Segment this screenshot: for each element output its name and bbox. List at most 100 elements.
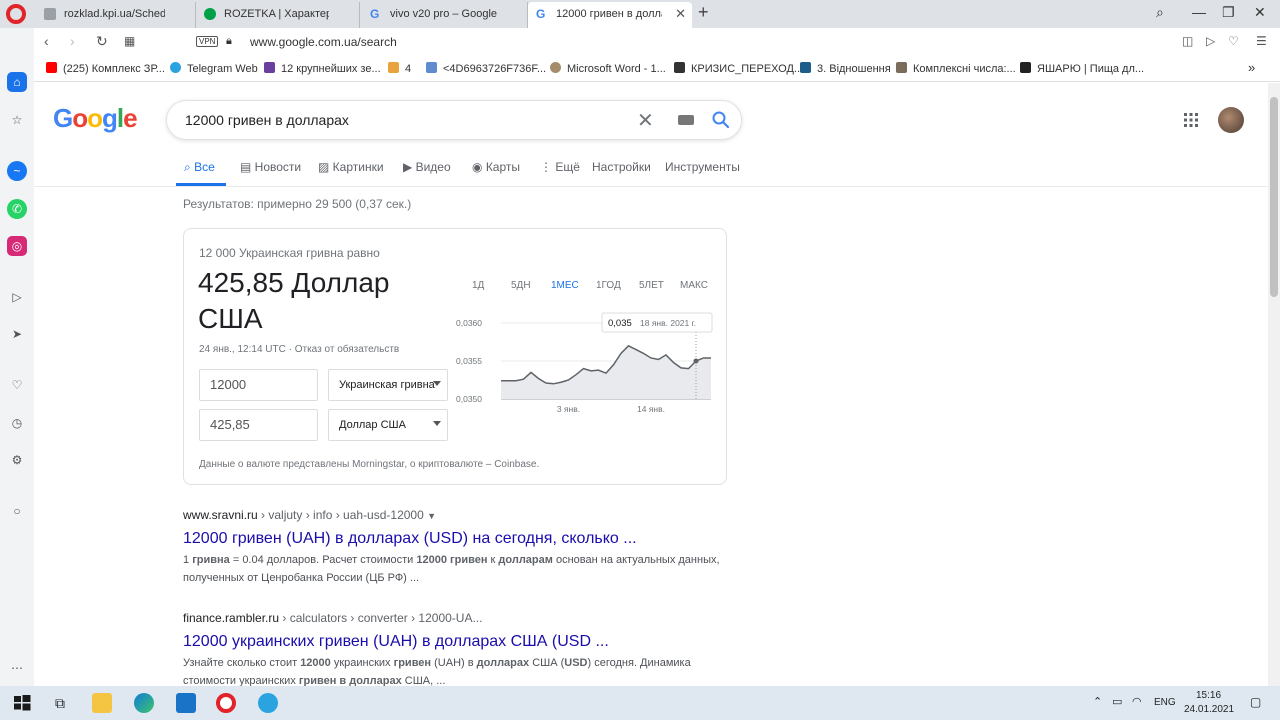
browser-tab-3[interactable]: G vivo v20 pro – Google Пои	[362, 2, 528, 28]
keyboard-icon[interactable]	[678, 115, 694, 125]
tab-video[interactable]: ▶ Видео	[403, 160, 451, 174]
browser-tab-2[interactable]: ROZETKA | Характеристи	[196, 2, 360, 28]
tab-all[interactable]: ⌕ Все	[184, 160, 215, 175]
language-indicator[interactable]: ENG	[1154, 697, 1176, 708]
bookmark-item[interactable]: КРИЗИС_ПЕРЕХОД...	[674, 62, 803, 75]
clear-icon[interactable]: ✕	[637, 108, 654, 133]
range-tab-1d[interactable]: 1Д	[472, 280, 484, 291]
new-tab-button[interactable]: +	[698, 2, 709, 23]
lightbulb-icon[interactable]: ○	[7, 501, 27, 521]
range-tab-5y[interactable]: 5ЛЕТ	[639, 280, 664, 291]
battery-icon[interactable]: ▭	[1112, 695, 1122, 708]
send-icon[interactable]: ➤	[7, 324, 27, 344]
opera-menu-icon[interactable]	[6, 4, 26, 24]
avatar[interactable]	[1218, 107, 1244, 133]
bookmark-item[interactable]: 12 крупнейших зе...	[264, 62, 381, 75]
snapshot-icon[interactable]: ◫	[1182, 34, 1193, 48]
tab-search-icon[interactable]: ⌕	[1156, 4, 1164, 21]
bookmark-item[interactable]: (225) Комплекс ЗР...	[46, 62, 165, 75]
home-icon[interactable]: ⌂	[7, 72, 27, 92]
from-currency-select[interactable]: Украинская гривна	[328, 369, 448, 401]
close-window-icon[interactable]: ✕	[1254, 4, 1266, 21]
clock-time[interactable]: 15:16	[1196, 690, 1221, 701]
chevron-down-icon	[433, 381, 441, 386]
chevron-down-icon[interactable]: ▼	[427, 511, 436, 521]
history-icon[interactable]: ◷	[7, 413, 27, 433]
bookmark-item[interactable]: Microsoft Word - 1...	[550, 62, 666, 75]
to-currency-select[interactable]: Доллар США	[328, 409, 448, 441]
to-amount-input[interactable]: 425,85	[199, 409, 318, 441]
bookmark-item[interactable]: Telegram Web	[170, 62, 258, 75]
page-scrollbar[interactable]	[1268, 83, 1280, 686]
close-tab-icon[interactable]: ✕	[675, 2, 686, 26]
bookmark-item[interactable]: 4	[388, 62, 411, 75]
restore-icon[interactable]: ❐	[1222, 4, 1235, 21]
bookmark-heart-icon[interactable]: ♡	[1228, 34, 1239, 48]
tab-settings[interactable]: Настройки	[592, 160, 651, 174]
range-tab-1m[interactable]: 1МЕС	[551, 280, 579, 291]
notifications-icon[interactable]: ▢	[1250, 695, 1261, 709]
result-title-link[interactable]: 12000 гривен (UAH) в долларах (USD) на с…	[183, 530, 743, 548]
from-currency-label: Украинская гривна	[339, 379, 435, 391]
bookmark-item[interactable]: 3. Відношення	[800, 62, 891, 75]
url-field[interactable]: www.google.com.ua/search	[250, 35, 397, 49]
task-view-icon[interactable]: ⧉	[50, 693, 70, 713]
player-icon[interactable]: ▷	[7, 287, 27, 307]
edge-icon[interactable]	[134, 693, 154, 713]
tray-chevron-up-icon[interactable]: ⌃	[1093, 695, 1102, 708]
easy-setup-icon[interactable]: ☰	[1256, 34, 1267, 48]
lock-icon: 🔒︎	[226, 35, 232, 47]
telegram-icon[interactable]	[258, 693, 278, 713]
tab-maps[interactable]: ◉ Карты	[472, 160, 520, 174]
vpn-badge[interactable]: VPN	[196, 36, 219, 47]
bookmark-item[interactable]: <4D6963726F736F...	[426, 62, 546, 75]
more-icon[interactable]: ⋯	[7, 658, 27, 678]
result-title-link[interactable]: 12000 украинских гривен (UAH) в долларах…	[183, 633, 743, 651]
range-tab-max[interactable]: МАКС	[680, 280, 708, 291]
wifi-icon[interactable]: ◠	[1132, 695, 1142, 708]
bookmark-item[interactable]: Комплексні числа:...	[896, 62, 1016, 75]
opera-icon[interactable]	[216, 693, 236, 713]
search-box[interactable]: 12000 гривен в долларах ✕	[166, 100, 742, 140]
reload-icon[interactable]: ↻	[96, 33, 108, 50]
search-input[interactable]: 12000 гривен в долларах	[185, 112, 349, 128]
messenger-icon[interactable]: ~	[7, 161, 27, 181]
browser-titlebar: rozklad.kpi.ua/Schedules/S ROZETKA | Хар…	[0, 0, 1280, 28]
tab-images[interactable]: ▨ Картинки	[318, 160, 384, 174]
tabs-grid-icon[interactable]: ▦	[124, 34, 135, 48]
tab-tools[interactable]: Инструменты	[665, 160, 740, 174]
whatsapp-icon[interactable]: ✆	[7, 199, 27, 219]
result-url[interactable]: finance.rambler.ru › calculators › conve…	[183, 611, 743, 625]
file-explorer-icon[interactable]	[92, 693, 112, 713]
tab-news[interactable]: ▤ Новости	[240, 160, 301, 174]
clock-date[interactable]: 24.01.2021	[1184, 704, 1234, 715]
from-amount-input[interactable]: 12000	[199, 369, 318, 401]
browser-tab-active[interactable]: G 12000 гривен в долларах ✕	[528, 2, 692, 28]
speed-dial-icon[interactable]: ☆	[7, 110, 27, 130]
range-tab-1y[interactable]: 1ГОД	[596, 280, 621, 291]
forward-icon[interactable]: ›	[70, 33, 75, 49]
chart-x-tick-label: 3 янв.	[557, 404, 580, 414]
settings-gear-icon[interactable]: ⚙	[7, 450, 27, 470]
map-pin-icon: ◉	[472, 160, 486, 174]
google-logo[interactable]: Google	[53, 103, 138, 134]
apps-grid-icon[interactable]	[1184, 113, 1198, 127]
instagram-icon[interactable]: ◎	[7, 236, 27, 256]
bookmarks-more-button[interactable]: »	[1248, 60, 1255, 75]
scrollbar-thumb[interactable]	[1270, 97, 1278, 297]
minimize-icon[interactable]: —	[1192, 4, 1206, 20]
mail-icon[interactable]	[176, 693, 196, 713]
heart-icon[interactable]: ♡	[7, 375, 27, 395]
result-url[interactable]: www.sravni.ru › valjuty › info › uah-usd…	[183, 508, 743, 522]
search-icon[interactable]	[711, 110, 731, 130]
range-tab-5d[interactable]: 5ДН	[511, 280, 531, 291]
tab-more[interactable]: ⋮ Ещё	[540, 160, 580, 174]
browser-tab-1[interactable]: rozklad.kpi.ua/Schedules/S	[36, 2, 196, 28]
windows-start-icon[interactable]	[12, 693, 32, 713]
exchange-rate-chart[interactable]: 0,0360 0,0355 0,0350 0,035 18 янв. 2021 г. 3 …	[454, 309, 719, 419]
chart-x-tick-label: 14 янв.	[637, 404, 665, 414]
send-page-icon[interactable]: ▷	[1206, 34, 1215, 48]
bookmark-item[interactable]: ЯШАРЮ | Пища дл...	[1020, 62, 1144, 75]
back-icon[interactable]: ‹	[44, 33, 49, 49]
video-icon: ▶	[403, 160, 416, 174]
